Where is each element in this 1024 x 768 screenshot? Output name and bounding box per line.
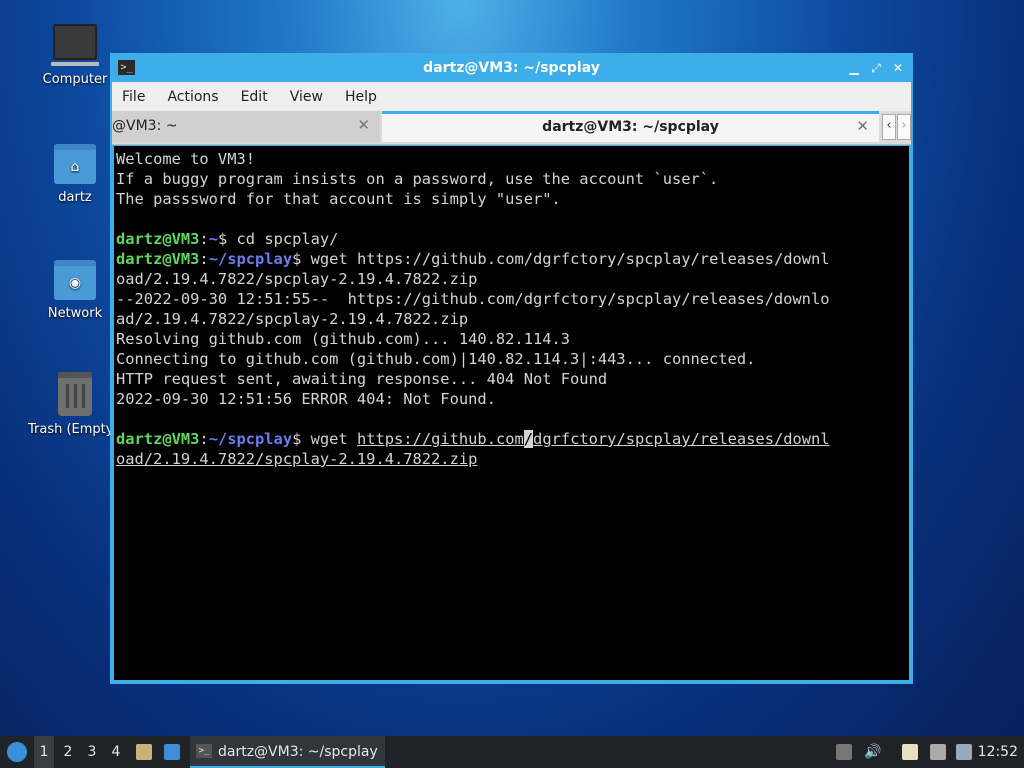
prompt-user: dartz@VM3 xyxy=(116,250,200,268)
tab-home[interactable]: @VM3: ~ ✕ xyxy=(112,111,380,142)
url-link-continued[interactable]: oad/2.19.4.7822/spcplay-2.19.4.7822.zip xyxy=(116,450,477,468)
close-tab-icon[interactable]: ✕ xyxy=(357,116,370,134)
upload-icon[interactable] xyxy=(836,744,852,760)
tab-scroll-left-icon[interactable]: ‹ xyxy=(882,114,896,140)
terminal-output[interactable]: Welcome to VM3! If a buggy program insis… xyxy=(114,146,909,680)
terminal-line: Connecting to github.com (github.com)|14… xyxy=(116,350,756,368)
menu-actions[interactable]: Actions xyxy=(167,89,218,105)
menu-bar: File Actions Edit View Help xyxy=(112,82,911,111)
desktop-icon-label: Computer xyxy=(42,72,108,87)
file-manager-launcher-icon[interactable] xyxy=(136,744,152,760)
terminal-line: The passsword for that account is simply… xyxy=(116,190,561,208)
computer-icon xyxy=(51,24,99,66)
workspace-4[interactable]: 4 xyxy=(106,736,126,768)
workspace-1[interactable]: 1 xyxy=(34,736,54,768)
tab-bar: @VM3: ~ ✕ dartz@VM3: ~/spcplay ✕ ‹ › xyxy=(112,111,911,145)
prompt-path: ~/spcplay xyxy=(208,250,293,268)
prompt-user: dartz@VM3 xyxy=(116,430,200,448)
text-cursor: / xyxy=(523,430,534,448)
desktop-icon-network[interactable]: ◉ Network xyxy=(27,260,123,321)
terminal-line: Resolving github.com (github.com)... 140… xyxy=(116,330,571,348)
terminal-line: If a buggy program insists on a password… xyxy=(116,170,719,188)
taskbar-window-terminal[interactable]: >_ dartz@VM3: ~/spcplay xyxy=(190,736,385,768)
terminal-line: --2022-09-30 12:51:55-- https://github.c… xyxy=(116,290,830,308)
menu-file[interactable]: File xyxy=(122,89,145,105)
title-bar[interactable]: >_ dartz@VM3: ~/spcplay ▁ ⤢ ✕ xyxy=(112,55,911,82)
tab-label: @VM3: ~ xyxy=(112,118,178,134)
terminal-line: Welcome to VM3! xyxy=(116,150,255,168)
url-link[interactable]: dgrfctory/spcplay/releases/downl xyxy=(533,430,830,448)
window-title: dartz@VM3: ~/spcplay xyxy=(423,60,600,76)
terminal-line: HTTP request sent, awaiting response... … xyxy=(116,370,608,388)
tab-scroll-right-icon[interactable]: › xyxy=(897,114,911,140)
prompt-user: dartz@VM3 xyxy=(116,230,200,248)
show-desktop-icon[interactable] xyxy=(164,744,180,760)
home-folder-icon: ⌂ xyxy=(54,144,96,184)
terminal-icon: >_ xyxy=(196,744,212,758)
network-icon[interactable] xyxy=(930,744,946,760)
command: cd spcplay/ xyxy=(236,230,339,248)
desktop-icon-computer[interactable]: Computer xyxy=(27,24,123,87)
clock[interactable]: 12:52 xyxy=(978,736,1018,768)
taskbar-window-label: dartz@VM3: ~/spcplay xyxy=(218,744,378,760)
close-tab-icon[interactable]: ✕ xyxy=(856,117,869,135)
minimize-icon[interactable]: ▁ xyxy=(845,59,863,77)
command: wget https://github.com/dgrfctory/spcpla… xyxy=(310,250,830,268)
trash-icon xyxy=(58,372,92,416)
command-continued: oad/2.19.4.7822/spcplay-2.19.4.7822.zip xyxy=(116,270,478,288)
tab-label: dartz@VM3: ~/spcplay xyxy=(542,119,719,135)
restore-icon[interactable]: ⤢ xyxy=(867,59,885,77)
menu-view[interactable]: View xyxy=(290,89,323,105)
menu-edit[interactable]: Edit xyxy=(241,89,268,105)
desktop-icon-home[interactable]: ⌂ dartz xyxy=(27,144,123,205)
prompt-path: ~ xyxy=(208,230,218,248)
volume-icon[interactable]: 🔊 xyxy=(864,744,881,760)
app-menu-button[interactable] xyxy=(4,736,30,768)
network-folder-icon: ◉ xyxy=(54,260,96,300)
url-link[interactable]: https://github.com xyxy=(357,430,524,448)
tab-spcplay[interactable]: dartz@VM3: ~/spcplay ✕ xyxy=(382,111,879,142)
desktop-icon-label: dartz xyxy=(58,190,92,205)
terminal-window[interactable]: >_ dartz@VM3: ~/spcplay ▁ ⤢ ✕ File Actio… xyxy=(110,53,913,684)
workspace-2[interactable]: 2 xyxy=(58,736,78,768)
prompt-path: ~/spcplay xyxy=(208,430,293,448)
terminal-line: 2022-09-30 12:51:56 ERROR 404: Not Found… xyxy=(116,390,496,408)
workspace-3[interactable]: 3 xyxy=(82,736,102,768)
desktop-icon-label: Network xyxy=(47,306,103,321)
terminal-line: ad/2.19.4.7822/spcplay-2.19.4.7822.zip xyxy=(116,310,469,328)
menu-help[interactable]: Help xyxy=(345,89,377,105)
lxqt-logo-icon xyxy=(7,742,27,762)
clipboard-icon[interactable] xyxy=(902,744,918,760)
taskbar: 1 2 3 4 >_ dartz@VM3: ~/spcplay 🔊 12:52 xyxy=(0,736,1024,768)
updates-icon[interactable] xyxy=(956,744,972,760)
close-icon[interactable]: ✕ xyxy=(889,59,907,77)
